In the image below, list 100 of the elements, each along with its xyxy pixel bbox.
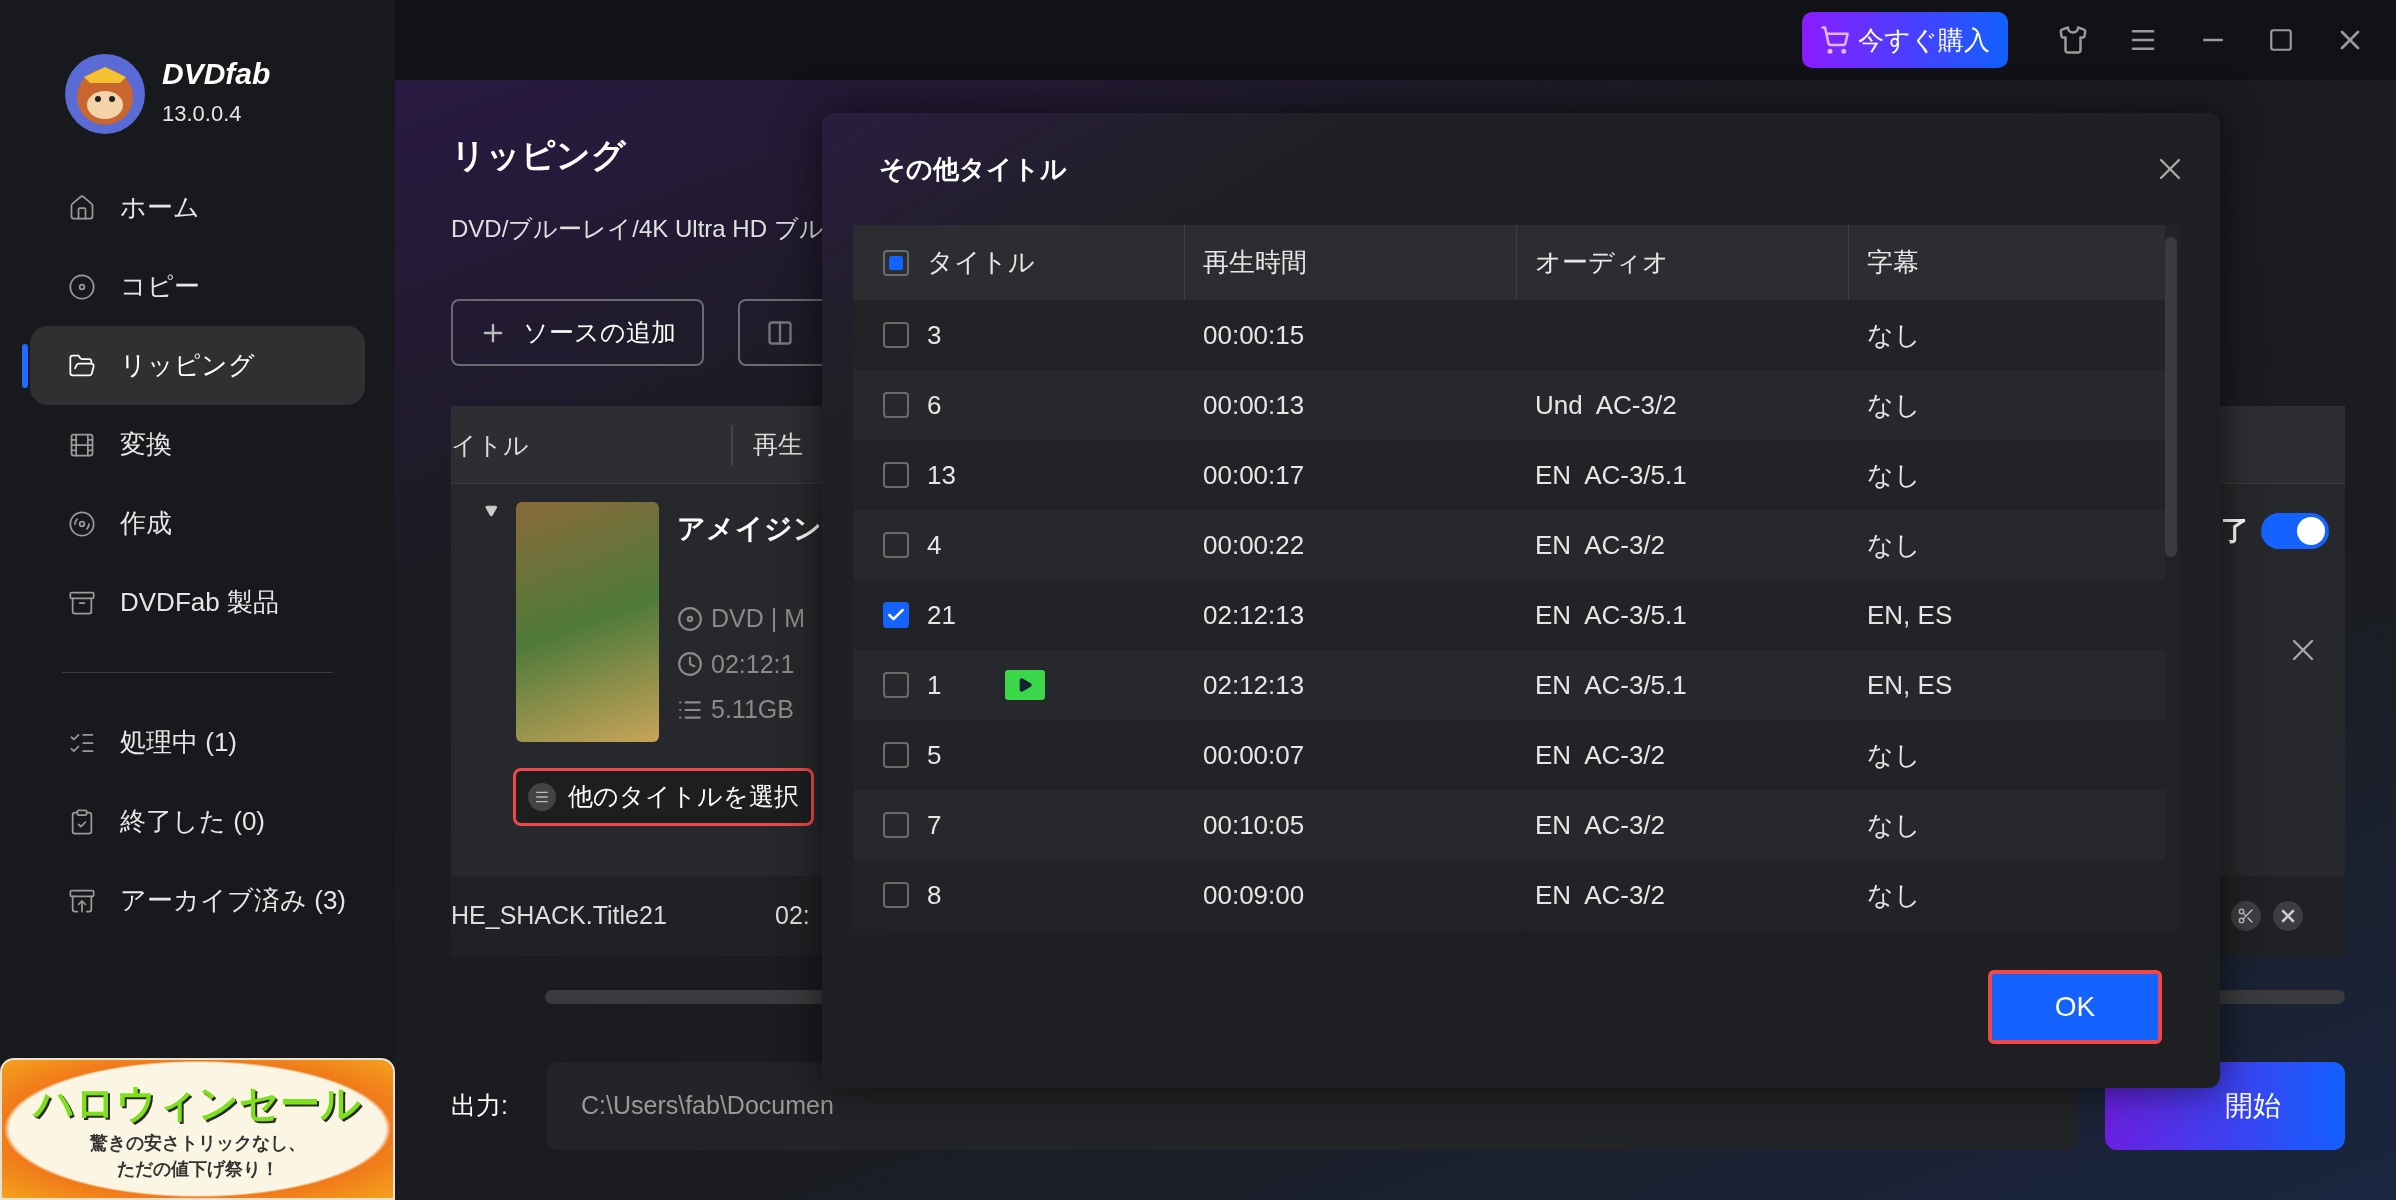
- column-header: イトル: [451, 424, 733, 465]
- add-source-button[interactable]: ソースの追加: [451, 299, 704, 366]
- audio-text: EN AC-3/2: [1535, 879, 1666, 910]
- duration-text: 00:00:15: [1202, 318, 1306, 352]
- cart-icon: [1820, 25, 1850, 55]
- app-version: 13.0.0.4: [162, 99, 243, 128]
- audio-text: EN AC-3/5.1: [1535, 669, 1687, 700]
- play-icon[interactable]: [1005, 670, 1045, 700]
- title-name: HE_SHACK.Title21: [451, 900, 668, 932]
- merge-icon: [766, 318, 794, 347]
- title-row[interactable]: 5 00:00:07 EN AC-3/2 なし: [853, 720, 2165, 790]
- source-title: アメイジン: [677, 512, 822, 546]
- duration-text: 00:00:22: [1202, 528, 1306, 562]
- subtitle-text: なし: [1866, 738, 1922, 772]
- checkbox[interactable]: [883, 672, 909, 698]
- subtitle-text: なし: [1866, 808, 1922, 842]
- sidebar-item[interactable]: DVDFab 製品: [30, 563, 365, 642]
- audio-text: EN AC-3/5.1: [1535, 599, 1687, 630]
- page-title: リッピング: [451, 135, 626, 176]
- output-label: 出力:: [451, 1090, 509, 1122]
- checkbox[interactable]: [883, 462, 909, 488]
- audio-text: Und AC-3/2: [1535, 389, 1677, 420]
- scrollbar[interactable]: [2165, 237, 2177, 557]
- title-row[interactable]: 13 00:00:17 EN AC-3/5.1 なし: [853, 440, 2165, 510]
- title-row[interactable]: 21 02:12:13 EN AC-3/5.1 EN, ES: [853, 580, 2165, 650]
- title-row[interactable]: 8 00:09:00 EN AC-3/2 なし: [853, 860, 2165, 930]
- sale-banner[interactable]: ハロウィンセール 驚きの安さトリックなし、 ただの値下げ祭り！: [0, 1058, 395, 1200]
- source-info: DVD | M: [711, 603, 805, 634]
- maximize-icon[interactable]: [2268, 27, 2294, 53]
- title-number: 6: [927, 388, 943, 422]
- column-header: タイトル: [927, 246, 1035, 279]
- banner-title: ハロウィンセール: [34, 1079, 361, 1127]
- nav-icon: [68, 509, 96, 538]
- list-icon: [528, 783, 556, 811]
- page-subtitle: DVD/ブルーレイ/4K Ultra HD ブル: [451, 214, 824, 244]
- sidebar-item[interactable]: コピー: [30, 247, 365, 326]
- checkbox[interactable]: [883, 392, 909, 418]
- selection-indicator: [22, 344, 28, 388]
- title-number: 3: [927, 318, 943, 352]
- ok-button[interactable]: OK: [1988, 970, 2162, 1044]
- app-name: DVDfab: [162, 58, 271, 89]
- banner-text: ただの値下げ祭り！: [116, 1158, 279, 1181]
- subtitle-text: なし: [1866, 458, 1922, 492]
- select-titles-button[interactable]: 他のタイトルを選択: [513, 768, 814, 826]
- expand-caret-icon[interactable]: [485, 504, 498, 518]
- subtitle-text: なし: [1866, 528, 1922, 562]
- title-row[interactable]: 1 02:12:13 EN AC-3/5.1 EN, ES: [853, 650, 2165, 720]
- title-row[interactable]: 4 00:00:22 EN AC-3/2 なし: [853, 510, 2165, 580]
- checkbox[interactable]: [883, 742, 909, 768]
- duration-text: 00:00:07: [1202, 738, 1306, 772]
- title-number: 4: [927, 528, 943, 562]
- sidebar-item[interactable]: ホーム: [30, 168, 365, 247]
- clock-icon: [677, 651, 703, 678]
- title-number: 7: [927, 808, 943, 842]
- sidebar-item[interactable]: 変換: [30, 405, 365, 484]
- sidebar-item[interactable]: 終了した (0): [30, 782, 365, 861]
- title-row[interactable]: 6 00:00:13 Und AC-3/2 なし: [853, 370, 2165, 440]
- sidebar-item[interactable]: 作成: [30, 484, 365, 563]
- shirt-icon[interactable]: [2058, 25, 2088, 55]
- remove-icon[interactable]: [2273, 901, 2303, 931]
- duration-text: 00:10:05: [1202, 808, 1306, 842]
- checkbox[interactable]: [883, 249, 909, 276]
- audio-text: EN AC-3/2: [1535, 529, 1666, 560]
- checkbox[interactable]: [883, 602, 909, 628]
- duration-text: 00:09:00: [1202, 878, 1306, 912]
- title-number: 1: [927, 668, 943, 702]
- scissors-icon[interactable]: [2231, 901, 2261, 931]
- duration-text: 02:12:13: [1202, 668, 1306, 702]
- nav-icon: [68, 272, 96, 301]
- duration-text: 02:12:13: [1202, 598, 1306, 632]
- source-info: 02:12:1: [711, 648, 795, 680]
- toggle-switch[interactable]: [2261, 513, 2329, 549]
- dialog-title: その他タイトル: [879, 152, 1067, 186]
- audio-text: EN AC-3/2: [1535, 809, 1666, 840]
- subtitle-text: EN, ES: [1866, 598, 1954, 632]
- title-number: 8: [927, 878, 943, 912]
- nav-icon: [68, 193, 96, 222]
- subtitle-text: なし: [1866, 878, 1922, 912]
- subtitle-text: なし: [1866, 318, 1922, 352]
- checkbox[interactable]: [883, 532, 909, 558]
- title-number: 13: [927, 458, 957, 492]
- audio-text: EN AC-3/2: [1535, 739, 1666, 770]
- column-header: 再生時間: [1203, 246, 1307, 279]
- subtitle-text: EN, ES: [1866, 668, 1954, 702]
- title-number: 5: [927, 738, 943, 772]
- option-label: 了: [2221, 514, 2249, 548]
- title-row[interactable]: 7 00:10:05 EN AC-3/2 なし: [853, 790, 2165, 860]
- checkbox[interactable]: [883, 322, 909, 348]
- logo-icon: [64, 53, 146, 135]
- source-info: 5.11GB: [711, 694, 794, 725]
- duration-text: 00:00:17: [1202, 458, 1306, 492]
- audio-text: EN AC-3/5.1: [1535, 459, 1687, 490]
- checkbox[interactable]: [883, 812, 909, 838]
- sidebar-item[interactable]: 処理中 (1): [30, 703, 365, 782]
- sidebar-item[interactable]: アーカイブ済み (3): [30, 861, 365, 940]
- subtitle-text: なし: [1866, 388, 1922, 422]
- buy-now-button[interactable]: 今すぐ購入: [1802, 12, 2008, 68]
- disc-icon: [677, 605, 703, 632]
- title-row[interactable]: 3 00:00:15 なし: [853, 300, 2165, 370]
- checkbox[interactable]: [883, 882, 909, 908]
